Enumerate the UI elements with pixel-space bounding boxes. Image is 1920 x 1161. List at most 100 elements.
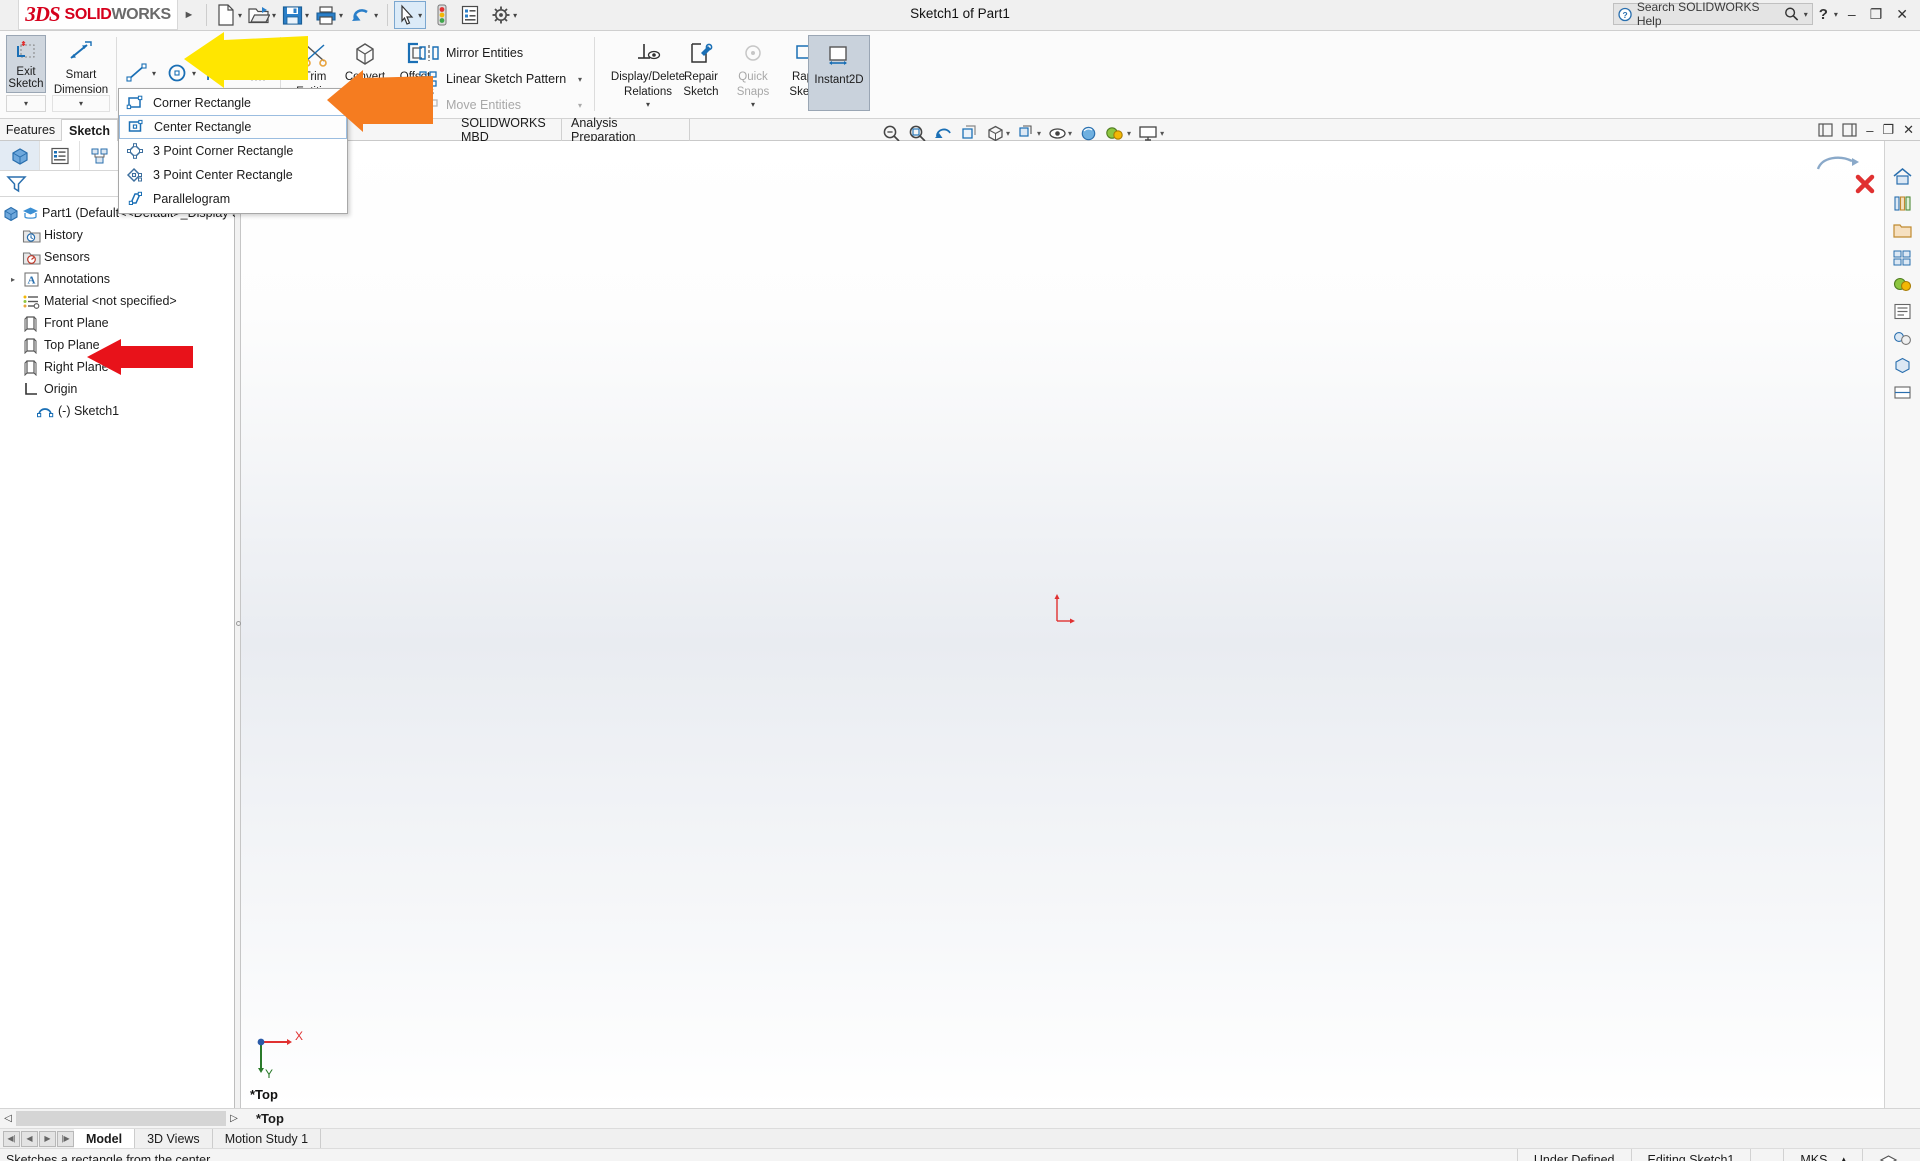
confirm-corner[interactable]: [1808, 147, 1878, 199]
exit-sketch-dropdown[interactable]: ▾: [6, 95, 46, 112]
chevron-down-icon[interactable]: ▾: [513, 11, 517, 20]
rebuild-button[interactable]: [432, 2, 452, 28]
tab-analysis-preparation[interactable]: Analysis Preparation: [562, 116, 690, 144]
tree-node-sketch1[interactable]: (-) Sketch1: [0, 400, 234, 422]
chevron-down-icon[interactable]: ▾: [152, 69, 156, 78]
dimxpert-button[interactable]: [1885, 379, 1919, 406]
chevron-down-icon[interactable]: ▾: [305, 11, 309, 20]
top-plane-tree-node[interactable]: Top Plane: [0, 334, 234, 356]
property-manager-tab[interactable]: [40, 141, 80, 170]
zoom-area-button[interactable]: [906, 124, 929, 143]
panel-left-icon[interactable]: [1818, 123, 1833, 137]
line-tool[interactable]: ▾: [124, 61, 156, 85]
chevron-down-icon[interactable]: ▾: [1804, 10, 1808, 19]
three-point-center-rectangle-menu-item[interactable]: 3 Point Center Rectangle: [119, 163, 347, 187]
chevron-down-icon[interactable]: ▾: [374, 11, 378, 20]
smart-dimension-dropdown[interactable]: ▾: [52, 95, 110, 112]
configuration-manager-tab[interactable]: [80, 141, 120, 170]
feature-manager-tab[interactable]: [0, 141, 40, 170]
save-document-button[interactable]: ▾: [279, 2, 312, 28]
bottom-tab-motion-study[interactable]: Motion Study 1: [213, 1128, 322, 1149]
view-palette-button[interactable]: [1885, 244, 1919, 271]
status-units[interactable]: MKS ▴: [1783, 1148, 1862, 1161]
document-minimize-button[interactable]: –: [1866, 123, 1873, 138]
document-restore-button[interactable]: ❐: [1882, 122, 1894, 138]
help-button[interactable]: ?: [1819, 6, 1828, 23]
undo-button[interactable]: ▾: [346, 2, 381, 28]
zoom-to-fit-button[interactable]: [880, 124, 903, 143]
previous-tab-button[interactable]: ◀: [21, 1130, 38, 1147]
first-tab-button[interactable]: ◀|: [3, 1130, 20, 1147]
tree-node-material[interactable]: Material <not specified>: [0, 290, 234, 312]
next-tab-button[interactable]: ▶: [39, 1130, 56, 1147]
design-library-button[interactable]: [1885, 190, 1919, 217]
linear-sketch-pattern-button[interactable]: Linear Sketch Pattern: [418, 69, 566, 88]
chevron-down-icon[interactable]: ▾: [1127, 129, 1131, 138]
select-tool-button[interactable]: ▾: [394, 1, 427, 29]
spline-tool[interactable]: ▾: [204, 61, 236, 85]
mirror-entities-button[interactable]: Mirror Entities: [418, 43, 523, 62]
move-entities-dropdown-caret[interactable]: ▾: [578, 101, 582, 110]
new-document-button[interactable]: ▾: [213, 2, 245, 28]
view-orientation-button[interactable]: ▾: [984, 124, 1012, 143]
tab-sketch[interactable]: Sketch: [62, 119, 118, 141]
panel-right-icon[interactable]: [1842, 123, 1857, 137]
tree-expander[interactable]: ▸: [6, 275, 20, 284]
apply-scene-button[interactable]: ▾: [1103, 124, 1133, 143]
chevron-down-icon[interactable]: ▾: [1834, 10, 1838, 19]
instant2d-button[interactable]: Instant2D: [808, 35, 870, 111]
smart-dimension-button[interactable]: Smart Dimension: [52, 37, 110, 96]
search-icon[interactable]: [1784, 6, 1799, 22]
tree-node-origin[interactable]: Origin: [0, 378, 234, 400]
file-explorer-button[interactable]: [1885, 217, 1919, 244]
bottom-tab-3d-views[interactable]: 3D Views: [135, 1128, 213, 1149]
solidworks-forum-button[interactable]: [1885, 325, 1919, 352]
quick-snaps-dropdown-caret[interactable]: ▾: [751, 100, 755, 109]
circle-tool[interactable]: ▾: [164, 61, 196, 85]
chevron-down-icon[interactable]: ▾: [1068, 129, 1072, 138]
tree-node-right-plane[interactable]: Right Plane: [0, 356, 234, 378]
exit-sketch-button[interactable]: Exit Sketch: [6, 35, 46, 93]
section-view-button[interactable]: [958, 124, 981, 143]
tree-node-history[interactable]: History: [0, 224, 234, 246]
tree-node-sensors[interactable]: Sensors: [0, 246, 234, 268]
chevron-down-icon[interactable]: ▾: [232, 69, 236, 78]
graphics-area[interactable]: X Y *Top: [241, 141, 1884, 1108]
quick-snaps-button[interactable]: Quick Snaps ▾: [724, 39, 782, 112]
bottom-tab-model[interactable]: Model: [74, 1128, 136, 1149]
search-help-input[interactable]: ? Search SOLIDWORKS Help ▾: [1612, 0, 1813, 28]
chevron-down-icon[interactable]: ▾: [1037, 129, 1041, 138]
last-tab-button[interactable]: |▶: [57, 1130, 74, 1147]
corner-rectangle-menu-item[interactable]: Corner Rectangle: [119, 91, 347, 115]
custom-properties-button[interactable]: [1885, 298, 1919, 325]
scroll-right-arrow-icon[interactable]: ▷: [226, 1113, 242, 1124]
document-close-button[interactable]: ✕: [1903, 122, 1914, 138]
chevron-down-icon[interactable]: ▾: [1160, 129, 1164, 138]
view-settings-button[interactable]: ▾: [1136, 124, 1166, 143]
menu-expand-arrow-icon[interactable]: ►: [178, 0, 200, 30]
tree-node-annotations[interactable]: ▸ A Annotations: [0, 268, 234, 290]
options-button[interactable]: ▾: [488, 2, 520, 28]
display-style-button[interactable]: ▾: [1015, 124, 1043, 143]
repair-sketch-button[interactable]: Repair Sketch: [672, 39, 730, 98]
units-caret-icon[interactable]: ▴: [1841, 1154, 1846, 1161]
linear-pattern-dropdown-caret[interactable]: ▾: [578, 75, 582, 84]
tab-features[interactable]: Features: [0, 119, 62, 141]
three-point-corner-rectangle-menu-item[interactable]: 3 Point Corner Rectangle: [119, 139, 347, 163]
display-delete-dropdown-caret[interactable]: ▾: [646, 100, 650, 109]
open-document-button[interactable]: ▾: [245, 2, 279, 28]
solidworks-resources-button[interactable]: [1885, 163, 1919, 190]
file-properties-button[interactable]: [458, 2, 482, 28]
status-overlay-icon-cell[interactable]: [1862, 1148, 1914, 1161]
hide-show-items-button[interactable]: ▾: [1046, 124, 1074, 143]
tree-node-front-plane[interactable]: Front Plane: [0, 312, 234, 334]
chevron-down-icon[interactable]: ▾: [1006, 129, 1010, 138]
chevron-down-icon[interactable]: ▾: [192, 69, 196, 78]
parallelogram-menu-item[interactable]: Parallelogram: [119, 187, 347, 211]
chevron-down-icon[interactable]: ▾: [238, 11, 242, 20]
3d-content-central-button[interactable]: [1885, 352, 1919, 379]
chevron-down-icon[interactable]: ▾: [418, 11, 422, 20]
scroll-left-arrow-icon[interactable]: ◁: [0, 1113, 16, 1124]
horizontal-scrollbar-track[interactable]: [16, 1111, 226, 1126]
close-button[interactable]: ✕: [1892, 6, 1912, 23]
